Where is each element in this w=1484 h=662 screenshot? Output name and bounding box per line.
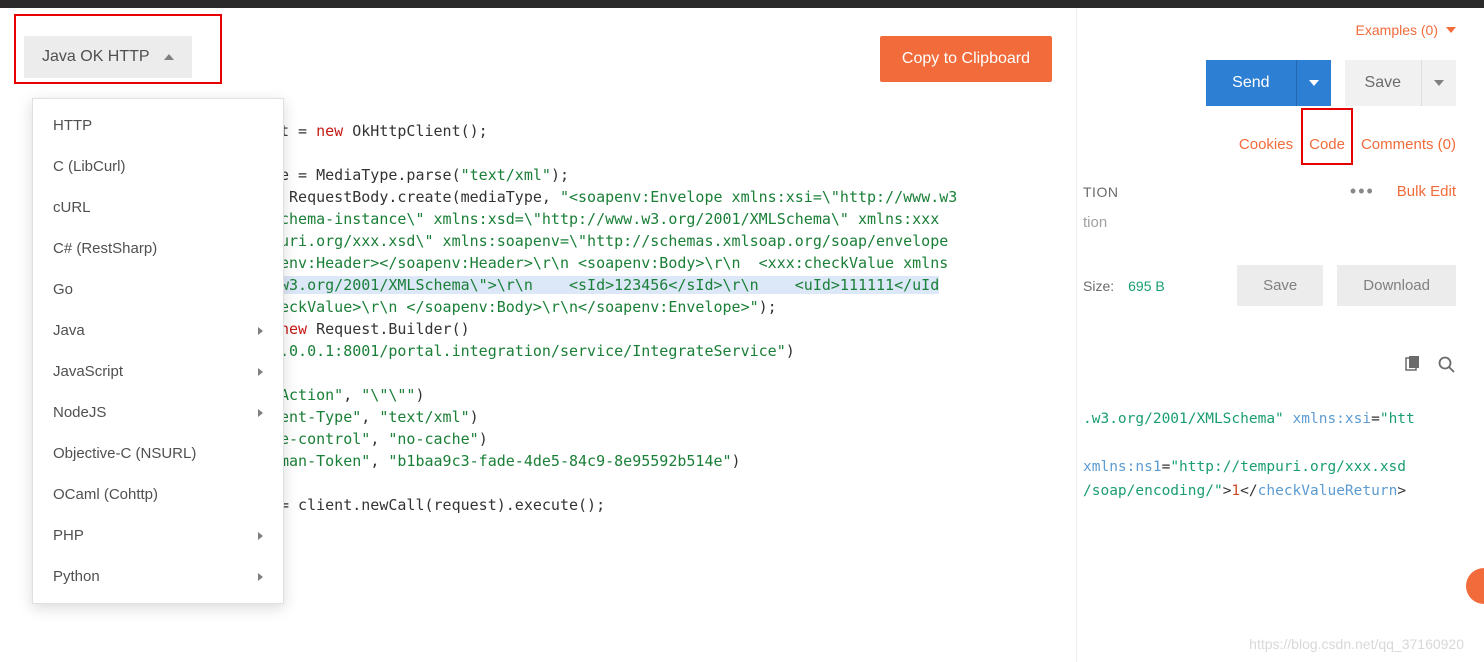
examples-link[interactable]: Examples (0) xyxy=(1356,22,1456,38)
dropdown-item-curl[interactable]: cURL xyxy=(33,187,283,228)
send-button-group: Send xyxy=(1206,60,1330,106)
response-tools-row xyxy=(1077,306,1484,377)
dropdown-item-objc[interactable]: Objective-C (NSURL) xyxy=(33,433,283,474)
code-snippet: t = new OkHttpClient(); e = MediaType.pa… xyxy=(280,120,1050,516)
more-options-icon[interactable]: ••• xyxy=(1350,181,1375,202)
chevron-right-icon xyxy=(258,532,263,540)
request-links-row: Cookies Code Comments (0) xyxy=(1077,106,1484,153)
dropdown-item-java[interactable]: Java xyxy=(33,310,283,351)
watermark: https://blog.csdn.net/qq_37160920 xyxy=(1249,636,1464,652)
caret-up-icon xyxy=(164,54,174,60)
dropdown-item-python[interactable]: Python xyxy=(33,556,283,597)
save-dropdown[interactable] xyxy=(1421,60,1456,106)
language-select-wrap: Java OK HTTP xyxy=(24,36,192,78)
dropdown-item-ocaml[interactable]: OCaml (Cohttp) xyxy=(33,474,283,515)
params-value-row: tion xyxy=(1077,202,1484,231)
dropdown-item-nodejs[interactable]: NodeJS xyxy=(33,392,283,433)
search-icon[interactable] xyxy=(1438,356,1456,377)
save-button[interactable]: Save xyxy=(1345,60,1421,106)
language-dropdown-menu: HTTP C (LibCurl) cURL C# (RestSharp) Go … xyxy=(32,98,284,604)
response-body[interactable]: .w3.org/2001/XMLSchema" xmlns:xsi="htt x… xyxy=(1077,377,1484,503)
save-response-button[interactable]: Save xyxy=(1237,265,1323,306)
bulk-edit-link[interactable]: Bulk Edit xyxy=(1397,183,1456,200)
language-dropdown-trigger[interactable]: Java OK HTTP xyxy=(24,36,192,78)
chevron-right-icon xyxy=(258,327,263,335)
caret-down-icon xyxy=(1434,80,1444,86)
dropdown-item-php[interactable]: PHP xyxy=(33,515,283,556)
chevron-right-icon xyxy=(258,368,263,376)
copy-icon[interactable] xyxy=(1404,356,1422,377)
dropdown-item-http[interactable]: HTTP xyxy=(33,105,283,146)
comments-link[interactable]: Comments (0) xyxy=(1361,136,1456,153)
param-value-fragment[interactable]: tion xyxy=(1083,214,1107,231)
download-button[interactable]: Download xyxy=(1337,265,1456,306)
window-titlebar xyxy=(0,0,1484,8)
size-label: Size: xyxy=(1083,278,1114,294)
send-button[interactable]: Send xyxy=(1206,60,1295,106)
action-button-row: Send Save xyxy=(1077,38,1484,106)
save-button-group: Save xyxy=(1345,60,1456,106)
modal-header: Java OK HTTP Copy to Clipboard xyxy=(24,36,1052,82)
caret-down-icon xyxy=(1309,80,1319,86)
examples-row: Examples (0) xyxy=(1077,8,1484,38)
language-label: Java OK HTTP xyxy=(42,48,150,66)
main-panel: Examples (0) Send Save Cookies Code Comm… xyxy=(1076,8,1484,662)
cookies-link[interactable]: Cookies xyxy=(1239,136,1293,153)
dropdown-item-libcurl[interactable]: C (LibCurl) xyxy=(33,146,283,187)
caret-down-icon xyxy=(1446,27,1456,33)
dropdown-item-go[interactable]: Go xyxy=(33,269,283,310)
chevron-right-icon xyxy=(258,409,263,417)
code-link[interactable]: Code xyxy=(1309,136,1345,153)
send-dropdown[interactable] xyxy=(1296,60,1331,106)
dropdown-item-javascript[interactable]: JavaScript xyxy=(33,351,283,392)
chevron-right-icon xyxy=(258,573,263,581)
column-header-fragment: TION xyxy=(1083,184,1350,200)
copy-button[interactable]: Copy to Clipboard xyxy=(880,36,1052,82)
response-meta-row: Size: 695 B Save Download xyxy=(1077,231,1484,306)
size-value: 695 B xyxy=(1128,278,1165,294)
dropdown-item-restsharp[interactable]: C# (RestSharp) xyxy=(33,228,283,269)
params-header-row: TION ••• Bulk Edit xyxy=(1077,153,1484,202)
